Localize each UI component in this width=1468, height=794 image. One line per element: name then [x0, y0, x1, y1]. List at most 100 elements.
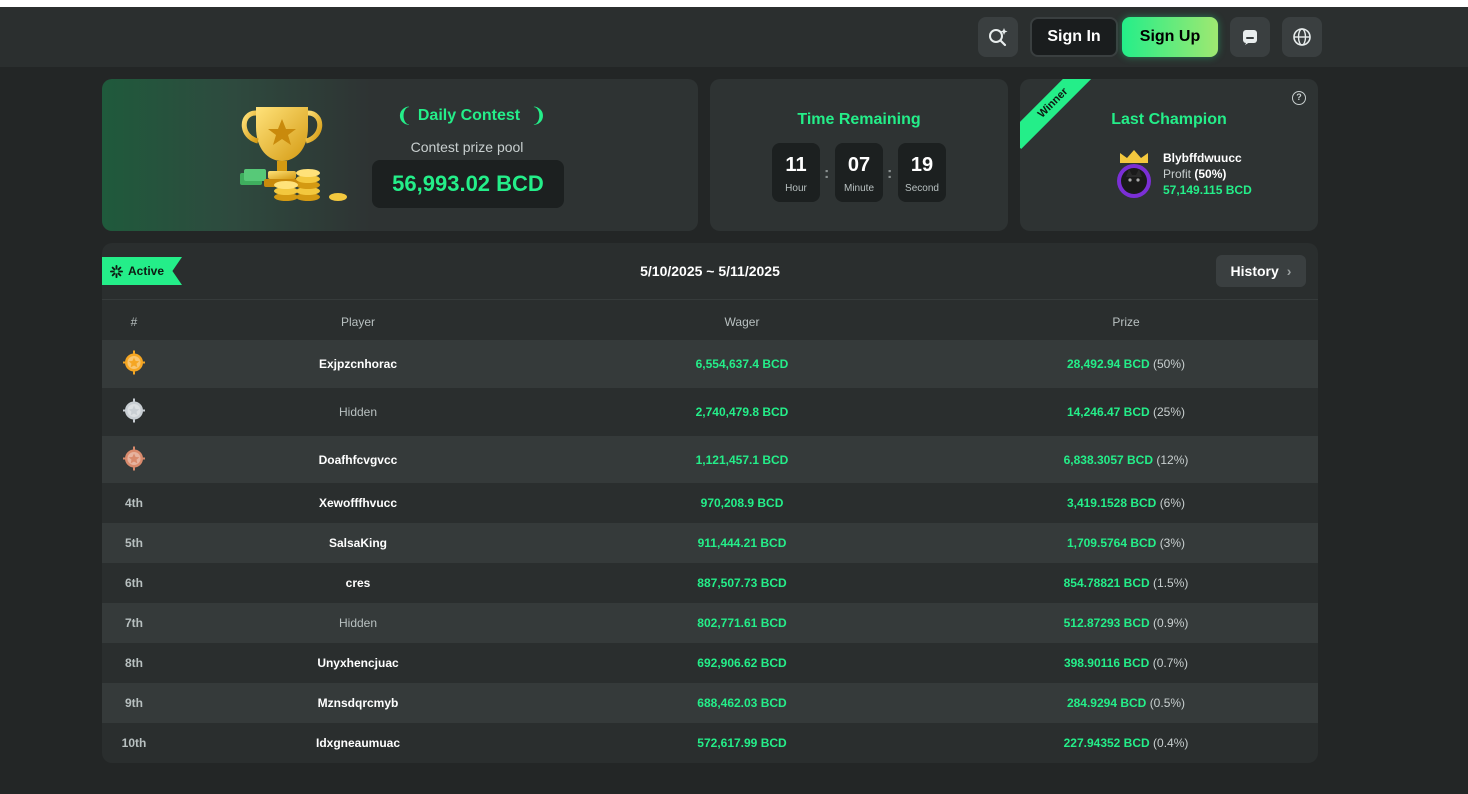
- table-row: 7th Hidden 802,771.61 BCD 512.87293 BCD (0.…: [102, 603, 1318, 643]
- sign-up-button[interactable]: Sign Up: [1122, 17, 1218, 57]
- leaderboard: Active 5/10/2025 ~ 5/11/2025 History › #…: [102, 243, 1318, 763]
- table-row: 4th Xewofffhvucc 970,208.9 BCD 3,419.1528 B…: [102, 483, 1318, 523]
- sign-in-button[interactable]: Sign In: [1030, 17, 1118, 57]
- search-button[interactable]: [978, 17, 1018, 57]
- timer-hour-value: 11: [785, 154, 807, 176]
- champion-profit-label: Profit: [1163, 167, 1192, 181]
- laurel-right-icon: ❩: [530, 105, 547, 127]
- row-rank: [102, 350, 166, 378]
- row-prize: 854.78821 BCD (1.5%): [1006, 576, 1246, 590]
- row-prize-pct: (3%): [1159, 536, 1186, 550]
- timer-hour: 11 Hour: [772, 143, 820, 202]
- chat-button[interactable]: [1230, 17, 1270, 57]
- chat-icon: [1243, 30, 1257, 45]
- row-prize-amount: 28,492.94 BCD: [1066, 357, 1150, 371]
- contest-title: Daily Contest: [417, 107, 521, 124]
- champion-amount: 57,149.115 BCD: [1163, 183, 1252, 197]
- row-prize: 227.94352 BCD (0.4%): [1006, 736, 1246, 750]
- silver-medal-icon: [123, 398, 145, 423]
- row-prize-amount: 398.90116 BCD: [1063, 656, 1150, 670]
- champion-profit-pct: (50%): [1194, 167, 1227, 181]
- bronze-medal-icon: [123, 446, 145, 470]
- table-row: 10th Idxgneaumuac 572,617.99 BCD 227.94352 …: [102, 723, 1318, 763]
- row-wager: 887,507.73 BCD: [697, 576, 787, 590]
- row-player[interactable]: Idxgneaumuac: [262, 736, 454, 750]
- row-prize-amount: 512.87293 BCD: [1063, 616, 1150, 630]
- timer-second: 19 Second: [898, 143, 946, 202]
- row-prize-pct: (25%): [1153, 405, 1186, 419]
- row-prize-pct: (6%): [1159, 496, 1186, 510]
- language-button[interactable]: [1282, 17, 1322, 57]
- trophy-icon: [240, 107, 347, 201]
- row-prize: 6,838.3057 BCD (12%): [1006, 453, 1246, 467]
- row-player: Hidden: [338, 405, 378, 419]
- row-prize-amount: 14,246.47 BCD: [1066, 405, 1150, 419]
- table-row: 5th SalsaKing 911,444.21 BCD 1,709.5764 BCD…: [102, 523, 1318, 563]
- row-player[interactable]: Unyxhencjuac: [262, 656, 454, 670]
- daily-contest-card: ❨ Daily Contest ❩ Contest prize pool 56,…: [102, 79, 698, 231]
- table-row: Hidden 2,740,479.8 BCD 14,246.47 BCD (25%): [102, 388, 1318, 436]
- row-prize-amount: 227.94352 BCD: [1063, 736, 1150, 750]
- row-prize-pct: (0.4%): [1153, 736, 1189, 750]
- chevron-right-icon: ›: [1286, 263, 1292, 279]
- row-wager: 688,462.03 BCD: [697, 696, 787, 710]
- browser-top-strip: [0, 0, 1468, 7]
- row-wager: 692,906.62 BCD: [697, 656, 787, 670]
- row-prize: 284.9294 BCD (0.5%): [1006, 696, 1246, 710]
- date-range: 5/10/2025 ~ 5/11/2025: [640, 263, 780, 279]
- table-header: # Player Wager Prize: [102, 305, 1318, 339]
- gold-medal-icon: [123, 350, 145, 375]
- history-button[interactable]: History ›: [1216, 255, 1306, 287]
- row-wager: 970,208.9 BCD: [700, 496, 784, 510]
- row-rank: 7th: [125, 616, 143, 630]
- row-player[interactable]: SalsaKing: [262, 536, 454, 550]
- champion-title: Last Champion: [1111, 111, 1227, 128]
- row-player[interactable]: Mznsdqrcmyb: [262, 696, 454, 710]
- row-prize-pct: (0.7%): [1152, 656, 1189, 670]
- timer-title: Time Remaining: [797, 111, 921, 128]
- timer-minute-label: Minute: [843, 183, 874, 194]
- row-wager: 911,444.21 BCD: [697, 536, 787, 550]
- table-row: Exjpzcnhorac 6,554,637.4 BCD 28,492.94 BCD…: [102, 340, 1318, 388]
- row-player: Hidden: [338, 616, 378, 630]
- row-prize-pct: (50%): [1153, 357, 1186, 371]
- row-prize: 14,246.47 BCD (25%): [1006, 405, 1246, 419]
- timer-separator: :: [887, 165, 893, 182]
- row-player[interactable]: Xewofffhvucc: [262, 496, 454, 510]
- header-wager: Wager: [724, 315, 760, 329]
- row-prize-amount: 854.78821 BCD: [1063, 576, 1150, 590]
- champion-profit: Profit (50%): [1163, 167, 1226, 181]
- timer-second-label: Second: [905, 183, 939, 194]
- row-prize-pct: (0.9%): [1153, 616, 1189, 630]
- header-rank: #: [130, 315, 138, 329]
- header-player: Player: [340, 315, 375, 329]
- row-prize-pct: (1.5%): [1153, 576, 1189, 590]
- timer-separator: :: [824, 165, 830, 182]
- row-prize: 512.87293 BCD (0.9%): [1006, 616, 1246, 630]
- row-rank: 9th: [125, 696, 143, 710]
- row-wager: 1,121,457.1 BCD: [695, 452, 789, 467]
- help-icon[interactable]: ?: [1292, 91, 1306, 105]
- row-wager: 6,554,637.4 BCD: [695, 357, 789, 371]
- divider: [102, 299, 1318, 300]
- row-player[interactable]: Exjpzcnhorac: [262, 357, 454, 371]
- row-wager: 802,771.61 BCD: [697, 616, 787, 630]
- row-prize-amount: 6,838.3057 BCD: [1063, 452, 1154, 467]
- row-prize-pct: (12%): [1156, 452, 1189, 467]
- row-player[interactable]: Doafhfcvgvcc: [262, 453, 454, 467]
- table-row: Doafhfcvgvcc 1,121,457.1 BCD 6,838.3057 BC…: [102, 436, 1318, 483]
- row-prize-amount: 284.9294 BCD: [1066, 696, 1147, 710]
- champion-name: Blybffdwuucc: [1163, 151, 1242, 165]
- row-prize-amount: 3,419.1528 BCD: [1066, 496, 1157, 510]
- table-row: 6th cres 887,507.73 BCD 854.78821 BCD (1.5%…: [102, 563, 1318, 603]
- row-prize: 1,709.5764 BCD (3%): [1006, 536, 1246, 550]
- row-rank: [102, 398, 166, 426]
- search-icon: [989, 28, 1008, 47]
- prize-pool-label: Contest prize pool: [410, 139, 524, 155]
- row-player[interactable]: cres: [262, 576, 454, 590]
- timer-hour-label: Hour: [785, 183, 807, 194]
- row-prize-pct: (0.5%): [1149, 696, 1186, 710]
- row-wager: 2,740,479.8 BCD: [695, 405, 789, 419]
- globe-icon: [1293, 28, 1311, 46]
- row-rank: 4th: [125, 496, 143, 510]
